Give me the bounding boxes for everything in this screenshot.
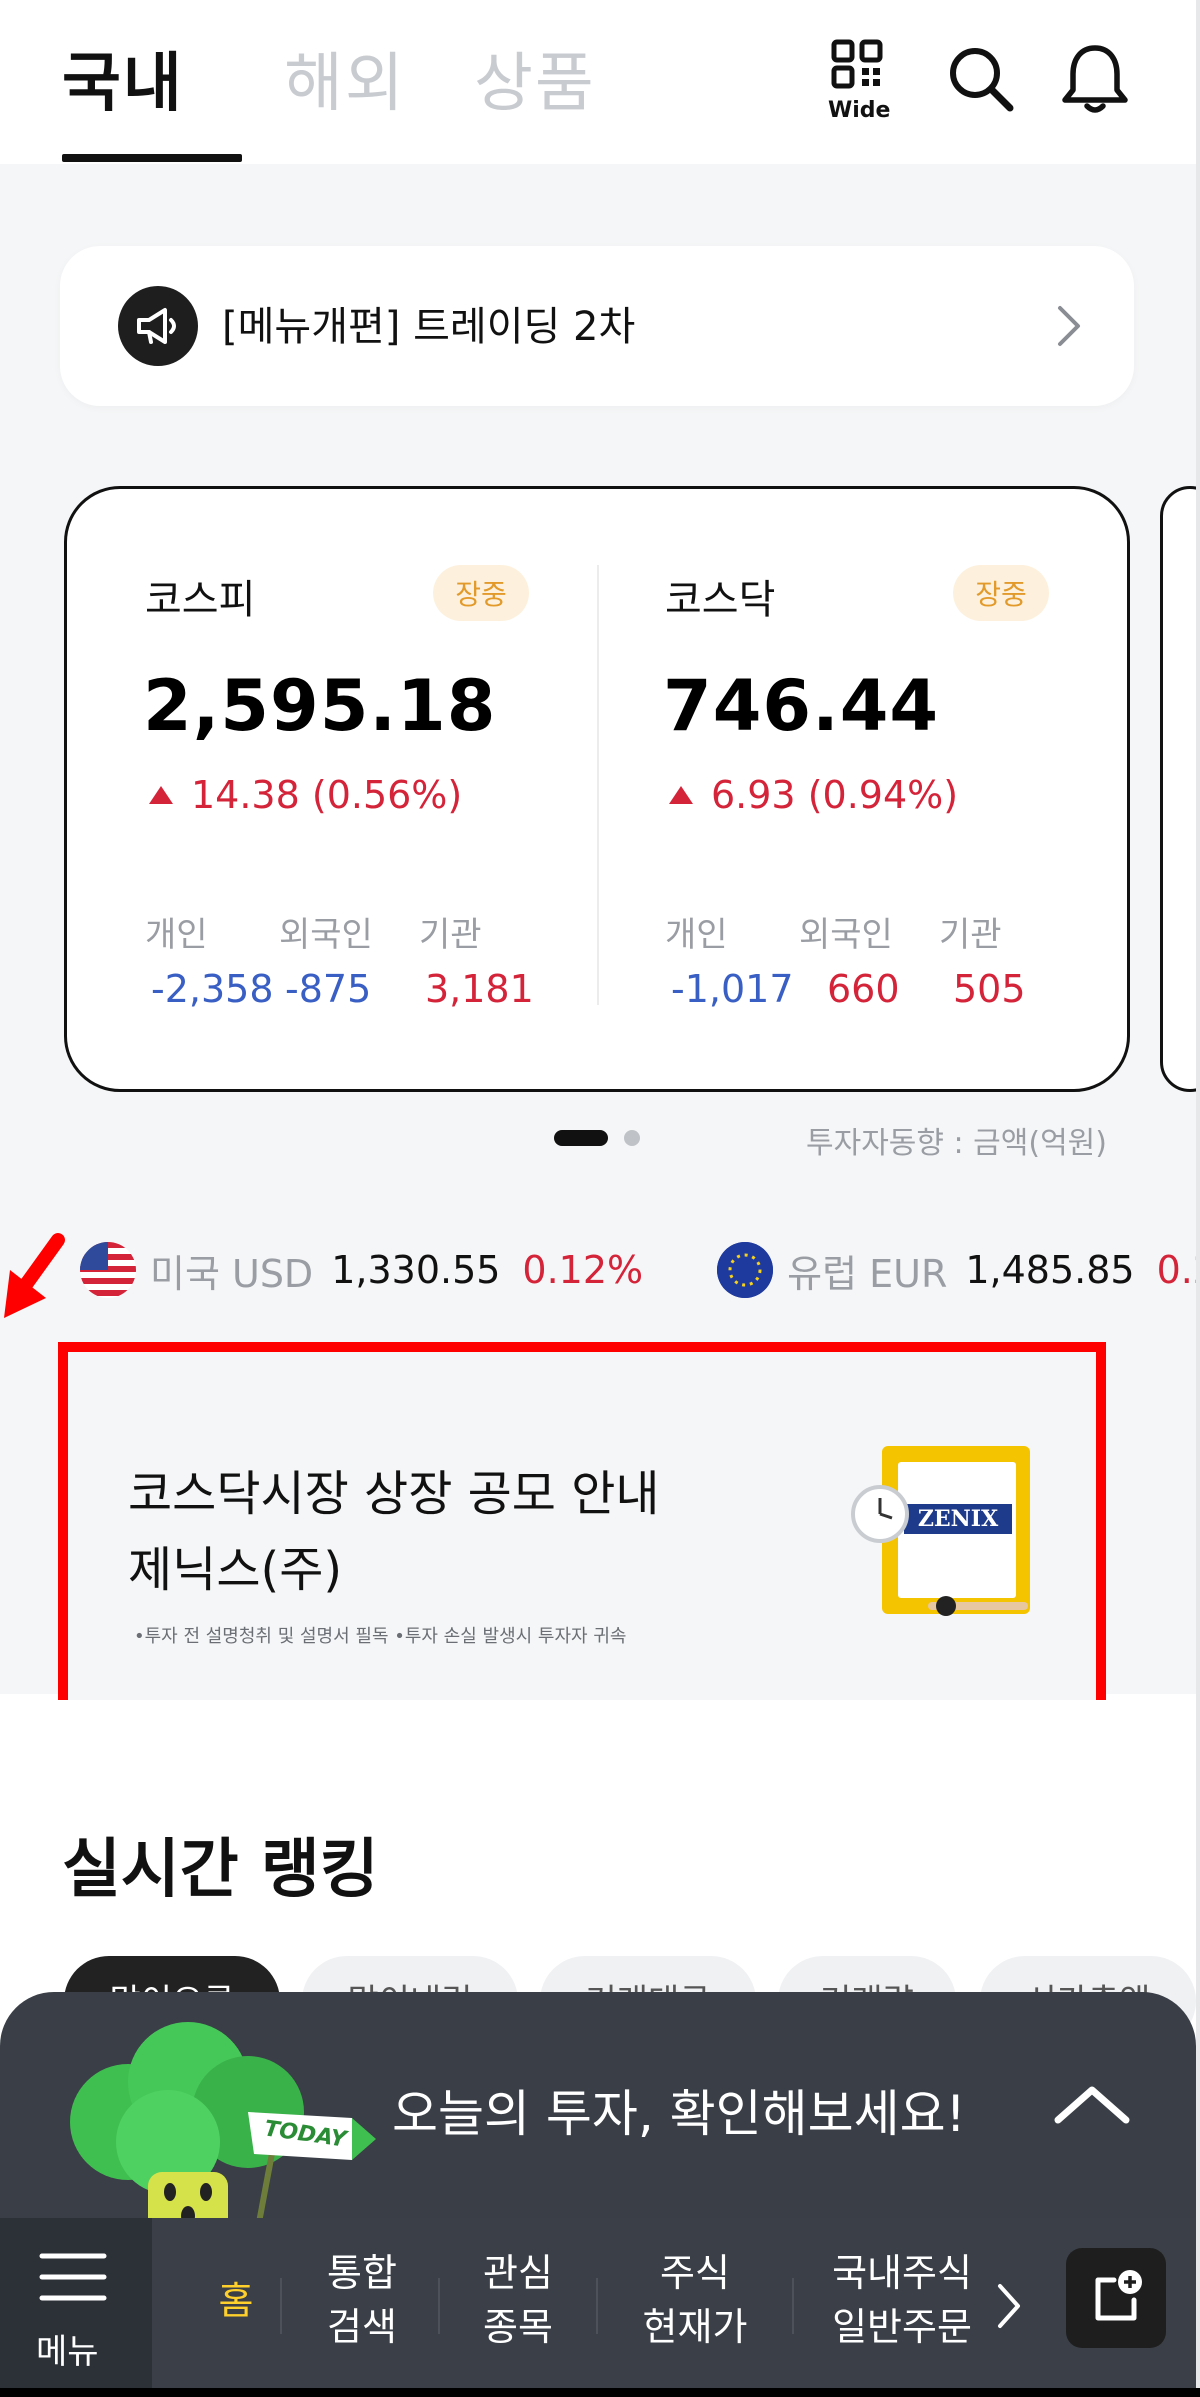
- search-icon[interactable]: [946, 44, 1016, 114]
- index-change-text: 14.38 (0.56%): [191, 773, 463, 817]
- nav-item-watchlist[interactable]: 관심 종목: [458, 2246, 578, 2354]
- next-card-peek[interactable]: [1160, 486, 1200, 1092]
- document-clock-illustration: ZENIX: [848, 1442, 1038, 1632]
- index-value: 2,595.18: [143, 665, 497, 747]
- top-header: 국내 해외 상품 Wide: [0, 0, 1200, 164]
- investor-label-institution: 기관: [939, 915, 1002, 955]
- ranking-title: 실시간 랭킹: [62, 1833, 379, 1907]
- nav-item-label-line1: 국내주식: [832, 2251, 972, 2295]
- tab-domestic[interactable]: 국내: [62, 32, 184, 124]
- tab-overseas[interactable]: 해외: [284, 32, 406, 124]
- nav-item-label: 홈: [218, 2279, 254, 2323]
- popup-message: 오늘의 투자, 확인해보세요!: [392, 2085, 966, 2143]
- nav-item-label-line1: 관심: [483, 2251, 553, 2295]
- nav-item-label-line2: 검색: [327, 2305, 397, 2349]
- tab-products[interactable]: 상품: [474, 32, 596, 124]
- banner-line-2: 제닉스(주): [128, 1542, 343, 1598]
- today-invest-popup[interactable]: TODAY 오늘의 투자, 확인해보세요!: [0, 1992, 1196, 2242]
- market-index-card[interactable]: 코스피 장중 2,595.18 14.38 (0.56%) 개인 외국인 기관 …: [64, 486, 1130, 1092]
- megaphone-icon: [118, 286, 198, 366]
- menu-button[interactable]: 메뉴: [0, 2218, 152, 2397]
- nav-divider: [438, 2278, 440, 2334]
- fx-change: 0.29%: [1156, 1248, 1200, 1292]
- nav-item-label-line1: 통합: [327, 2251, 397, 2295]
- index-change: 6.93 (0.94%): [669, 773, 958, 817]
- index-name: 코스닥: [665, 577, 776, 623]
- menu-label: 메뉴: [36, 2332, 99, 2372]
- qr-wide-label: Wide: [828, 98, 891, 123]
- system-bottom-bar: [0, 2388, 1200, 2397]
- eu-flag-icon: [717, 1242, 774, 1298]
- investor-label-institution: 기관: [419, 915, 482, 955]
- notice-text: [메뉴개편] 트레이딩 2차: [222, 304, 636, 350]
- notice-banner[interactable]: [메뉴개편] 트레이딩 2차: [60, 246, 1134, 406]
- up-triangle-icon: [149, 786, 173, 804]
- investor-value-individual: -2,358: [151, 967, 274, 1011]
- nav-item-integrated-search[interactable]: 통합 검색: [302, 2246, 422, 2354]
- bell-icon[interactable]: [1060, 40, 1130, 116]
- investor-value-foreign: -875: [285, 967, 372, 1011]
- chevron-up-icon[interactable]: [1052, 2080, 1132, 2130]
- kosdaq-panel[interactable]: 코스닥 장중 746.44 6.93 (0.94%) 개인 외국인 기관 -1,…: [587, 489, 1117, 1089]
- carousel-dot[interactable]: [624, 1130, 640, 1146]
- hamburger-icon: [39, 2253, 107, 2301]
- banner-disclaimer: •투자 전 설명청취 및 설명서 필독 •투자 손실 발생시 투자자 귀속: [134, 1626, 627, 1647]
- fx-change: 0.12%: [522, 1248, 644, 1292]
- investor-value-institution: 3,181: [425, 967, 534, 1011]
- investor-value-individual: -1,017: [671, 967, 794, 1011]
- quick-action-button[interactable]: [1066, 2248, 1166, 2348]
- broccoli-mascot-illustration: TODAY: [58, 2022, 378, 2242]
- up-triangle-icon: [669, 786, 693, 804]
- qr-code-icon: [831, 39, 883, 89]
- red-arrow-annotation: [4, 1233, 65, 1318]
- nav-item-stock-quote[interactable]: 주식 현재가: [620, 2246, 770, 2354]
- fx-value: 1,485.85: [965, 1248, 1135, 1292]
- us-flag-icon: [80, 1242, 136, 1298]
- nav-item-domestic-order[interactable]: 국내주식 일반주문: [822, 2246, 982, 2354]
- investor-value-institution: 505: [953, 967, 1026, 1011]
- nav-item-label-line2: 현재가: [642, 2305, 748, 2349]
- banner-title: 코스닥시장 상장 공모 안내 제닉스(주): [128, 1456, 660, 1608]
- nav-item-home[interactable]: 홈: [196, 2274, 276, 2328]
- kospi-panel[interactable]: 코스피 장중 2,595.18 14.38 (0.56%) 개인 외국인 기관 …: [67, 489, 597, 1089]
- chevron-right-icon[interactable]: [994, 2276, 1024, 2336]
- right-edge-strip: [1196, 0, 1200, 2397]
- index-change-text: 6.93 (0.94%): [711, 773, 959, 817]
- ipo-promo-banner[interactable]: 코스닥시장 상장 공모 안내 제닉스(주) •투자 전 설명청취 및 설명서 필…: [58, 1342, 1106, 1736]
- investor-label-individual: 개인: [145, 915, 208, 955]
- index-value: 746.44: [663, 665, 940, 747]
- investor-label-foreign: 외국인: [799, 915, 893, 955]
- carousel-dot-active[interactable]: [554, 1130, 608, 1146]
- fx-name: 미국 USD: [150, 1251, 314, 1296]
- add-window-icon: [1095, 2270, 1142, 2321]
- market-status-badge: 장중: [433, 565, 529, 621]
- nav-item-label-line2: 종목: [483, 2305, 553, 2349]
- fx-name: 유럽 EUR: [787, 1251, 948, 1296]
- investor-label-foreign: 외국인: [279, 915, 373, 955]
- index-name: 코스피: [145, 577, 256, 623]
- market-status-badge: 장중: [953, 565, 1049, 621]
- active-tab-indicator: [62, 154, 242, 162]
- investor-label-individual: 개인: [665, 915, 728, 955]
- nav-divider: [596, 2278, 598, 2334]
- investor-trend-caption: 투자자동향 : 금액(억원): [806, 1126, 1107, 1161]
- nav-item-label-line2: 일반주문: [832, 2305, 972, 2349]
- bottom-navigation: 메뉴 홈 통합 검색 관심 종목 주식 현재가 국내주식 일반주문: [0, 2218, 1200, 2397]
- index-change: 14.38 (0.56%): [149, 773, 462, 817]
- banner-line-1: 코스닥시장 상장 공모 안내: [128, 1466, 660, 1522]
- nav-item-label-line1: 주식: [660, 2251, 730, 2295]
- zenix-logo: ZENIX: [904, 1504, 1012, 1534]
- nav-divider: [792, 2278, 794, 2334]
- investor-value-foreign: 660: [827, 967, 900, 1011]
- fx-value: 1,330.55: [331, 1248, 501, 1292]
- qr-wide-button[interactable]: Wide: [828, 38, 891, 123]
- fx-ticker[interactable]: 미국 USD 1,330.55 0.12% 유럽 EUR 1,485.85 0.…: [80, 1240, 1200, 1300]
- chevron-right-icon: [1058, 306, 1080, 346]
- nav-divider: [280, 2278, 282, 2334]
